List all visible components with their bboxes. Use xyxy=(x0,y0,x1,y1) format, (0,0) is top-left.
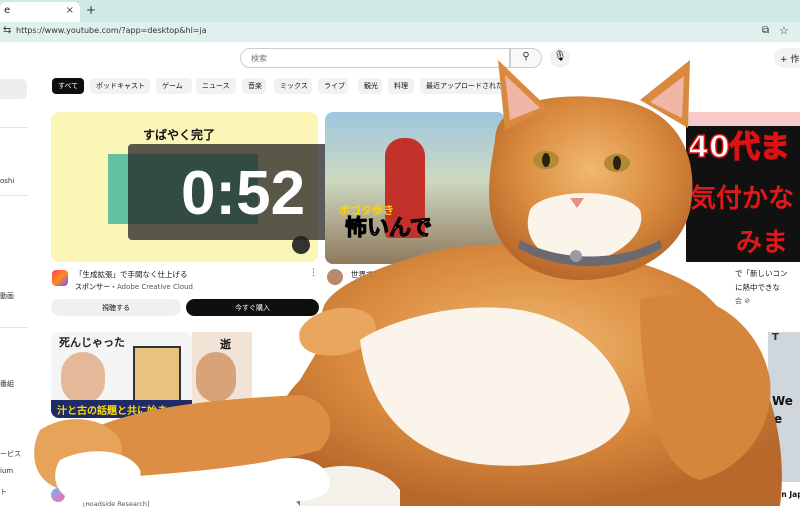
thumbnail-face xyxy=(196,352,236,402)
video-thumbnail[interactable]: 40代ま 気付かな みま xyxy=(686,112,800,262)
sidebar-item-label[interactable]: ト xyxy=(0,487,7,497)
voice-search-button[interactable]: 🎙 xyxy=(550,48,570,68)
search-input[interactable]: 検索 xyxy=(240,48,510,68)
video-title[interactable]: んな三人称は汁と懐かしの xyxy=(321,490,405,500)
browser-tab-bar: e × + xyxy=(0,0,800,22)
video-thumbnail[interactable]: ボゴタ歩き 怖いんで xyxy=(325,112,505,264)
thumbnail-caption: 死んじゃった xyxy=(59,336,125,349)
install-app-icon[interactable]: ⧉ xyxy=(762,25,769,36)
thumbnail-caption: 汁と古の話題と共に始まっ xyxy=(51,400,193,418)
chip[interactable]: ライブ xyxy=(318,78,348,94)
sidebar-divider xyxy=(0,127,28,128)
chip[interactable]: 音楽 xyxy=(242,78,266,94)
sponsor-name: Adobe Creative Cloud xyxy=(117,283,193,291)
thumbnail-caption: 怖いんで xyxy=(345,216,433,242)
video-title[interactable]: Fuji in Japan! 😄🏄 xyxy=(761,490,800,499)
video-title[interactable]: で「新しいコン xyxy=(735,268,788,279)
chip[interactable]: ゲーム xyxy=(156,78,192,94)
chip[interactable]: 観光 xyxy=(358,78,382,94)
channel-name[interactable]: [Roadside Research] xyxy=(83,500,150,508)
browser-tab[interactable]: e × xyxy=(0,2,80,22)
create-label: 作 xyxy=(790,55,800,65)
video-thumbnail[interactable]: 死んじゃった 汁と古の話題と共に始まっ xyxy=(51,332,193,418)
thumbnail-caption: T xyxy=(772,332,779,343)
sponsor-prefix: スポンサー・ xyxy=(75,283,117,291)
video-info: で「新しいコン に熱中できな 会 ⊘ xyxy=(735,268,788,306)
chip-all[interactable]: すべて xyxy=(52,78,84,94)
thumbnail-caption: e xyxy=(774,412,783,426)
thumbnail-caption: 気付かな xyxy=(690,184,795,214)
sidebar-divider xyxy=(0,195,28,196)
sidebar-item-label[interactable]: 番組 xyxy=(0,379,14,389)
watch-button[interactable]: 視聴する xyxy=(51,299,181,316)
site-settings-icon[interactable]: ⇆ xyxy=(3,25,11,36)
thumbnail-face xyxy=(133,346,181,402)
chip[interactable]: 最近アップロードされた xyxy=(420,78,510,94)
search-icon: ⚲ xyxy=(522,51,530,62)
thumbnail-face xyxy=(61,352,105,404)
thumbnail-caption: みま xyxy=(736,228,789,258)
chip[interactable]: ポッドキャスト xyxy=(90,78,150,94)
bookmark-star-icon[interactable]: ☆ xyxy=(779,24,789,37)
url-field[interactable]: https://www.youtube.com/?app=desktop&hl=… xyxy=(16,26,207,35)
adobe-logo-icon xyxy=(52,270,68,286)
sidebar-item-label[interactable]: oshi xyxy=(0,177,14,185)
sidebar-item-label[interactable]: ービス xyxy=(0,449,21,459)
channel-avatar[interactable] xyxy=(51,488,65,502)
thumbnail-caption: 逝 xyxy=(220,338,231,351)
create-button[interactable]: + 作 xyxy=(774,48,800,68)
chip[interactable]: 料理 xyxy=(388,78,414,94)
ad-headline: すばやく完了 xyxy=(143,128,216,142)
channel-name[interactable]: DP xyxy=(351,282,361,290)
video-thumbnail[interactable]: 逝 xyxy=(192,332,252,418)
channel-avatar[interactable] xyxy=(327,269,343,285)
sidebar-divider xyxy=(0,327,28,328)
chip[interactable]: ミックス xyxy=(274,78,312,94)
ad-title[interactable]: 「生成拡張」で手間なく仕上げる xyxy=(75,269,188,280)
sidebar-item-label[interactable]: ium xyxy=(0,467,13,475)
timer-overlay: 0:52 xyxy=(128,144,358,240)
more-options-icon[interactable]: ⋮ xyxy=(309,268,318,278)
search-button[interactable]: ⚲ xyxy=(510,48,542,68)
address-bar: ⇆ https://www.youtube.com/?app=desktop&h… xyxy=(0,22,800,42)
channel-name[interactable]: 会 ⊘ xyxy=(735,296,788,306)
thumbnail-caption: We xyxy=(772,394,793,408)
chip[interactable]: ニュース xyxy=(196,78,236,94)
sidebar-item-home[interactable] xyxy=(0,79,27,99)
sidebar-item-label[interactable]: 動画 xyxy=(0,291,14,301)
microphone-icon: 🎙 xyxy=(553,51,567,62)
video-title[interactable]: に熱中できな xyxy=(735,282,788,293)
ad-sponsor: スポンサー・Adobe Creative Cloud xyxy=(75,282,193,292)
video-title[interactable]: 世界で xyxy=(351,269,374,280)
youtube-page: 検索 ⚲ 🎙 + 作 oshi 動画 番組 ービス ium ト すべて ポッドキ… xyxy=(0,42,800,508)
new-tab-button[interactable]: + xyxy=(86,3,96,17)
video-thumbnail[interactable]: T We e xyxy=(768,332,800,482)
tab-close-icon[interactable]: × xyxy=(66,5,74,16)
tab-title: e xyxy=(4,5,11,16)
buy-now-button[interactable]: 今すぐ購入 xyxy=(186,299,319,316)
thumbnail-caption: 40代ま xyxy=(687,129,790,166)
